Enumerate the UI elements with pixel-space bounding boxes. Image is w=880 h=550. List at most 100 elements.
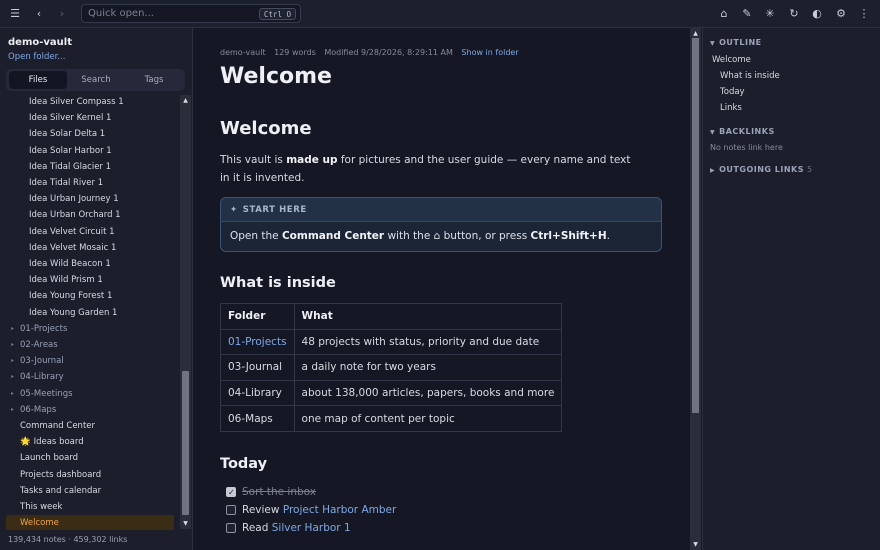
task-link[interactable]: Project Harbor Amber	[283, 504, 397, 516]
sidebar-scrollbar[interactable]: ▲ ▼	[180, 95, 191, 529]
refresh-icon[interactable]: ↻	[786, 6, 802, 22]
forward-icon[interactable]: ›	[54, 6, 70, 22]
tree-item-label: Idea Silver Kernel 1	[29, 113, 112, 124]
tree-note-welcome[interactable]: Welcome	[6, 515, 174, 530]
tree-folder-02-areas[interactable]: ▸ 02-Areas	[0, 337, 180, 353]
tree-file-idea-silver-compass-1[interactable]: Idea Silver Compass 1	[0, 94, 180, 110]
tree-item-label: 01-Projects	[20, 323, 68, 334]
tree-item-label: Idea Urban Orchard 1	[29, 210, 121, 221]
tree-note-this-week[interactable]: This week	[0, 499, 180, 515]
table-row: 01-Projects 48 projects with status, pri…	[220, 328, 563, 356]
theme-icon[interactable]: ◐	[809, 6, 825, 22]
tree-file-idea-solar-harbor-1[interactable]: Idea Solar Harbor 1	[0, 143, 180, 159]
outgoing-links-title: OUTGOING LINKS	[719, 165, 804, 174]
tree-file-idea-tidal-glacier-1[interactable]: Idea Tidal Glacier 1	[0, 159, 180, 175]
menu-icon[interactable]: ☰	[7, 6, 23, 22]
tree-note-command-center[interactable]: Command Center	[0, 418, 180, 434]
document-scroll-thumb[interactable]	[692, 38, 699, 413]
task-text: Review Project Harbor Amber	[242, 503, 396, 517]
home-icon[interactable]: ⌂	[716, 6, 732, 22]
tree-file-idea-velvet-circuit-1[interactable]: Idea Velvet Circuit 1	[0, 224, 180, 240]
document-scrollbar[interactable]: ▲ ▼	[690, 28, 701, 550]
tree-item-label: Idea Wild Beacon 1	[29, 259, 111, 269]
tree-file-idea-urban-orchard-1[interactable]: Idea Urban Orchard 1	[0, 207, 180, 223]
tree-file-idea-young-forest-1[interactable]: Idea Young Forest 1	[0, 288, 180, 304]
task-link[interactable]: Silver Harbor 1	[272, 522, 351, 534]
backlinks-empty-text: No notes link here	[710, 143, 783, 152]
more-icon[interactable]: ⋮	[856, 6, 872, 22]
tree-folder-03-journal[interactable]: ▸ 03-Journal	[0, 353, 180, 369]
outline-item-what-is-inside[interactable]: What is inside	[720, 71, 780, 81]
chevron-right-icon: ▸	[11, 405, 15, 413]
scroll-up-icon[interactable]: ▲	[180, 96, 191, 105]
tree-item-label: 06-Maps	[20, 404, 57, 415]
scroll-up-icon[interactable]: ▲	[690, 29, 701, 38]
scroll-down-icon[interactable]: ▼	[180, 519, 191, 528]
quick-open-input[interactable]: Quick open... Ctrl O	[81, 4, 301, 23]
task-checkbox[interactable]	[226, 523, 236, 533]
tree-folder-06-maps[interactable]: ▸ 06-Maps	[0, 402, 180, 418]
table-row: 04-Library about 138,000 articles, paper…	[220, 379, 563, 407]
outline-item-today[interactable]: Today	[720, 87, 745, 97]
tree-file-idea-young-garden-1[interactable]: Idea Young Garden 1	[0, 305, 180, 321]
tree-folder-05-meetings[interactable]: ▸ 05-Meetings	[0, 386, 180, 402]
tree-item-label: Idea Velvet Mosaic 1	[29, 242, 117, 253]
table-cell-folder-link[interactable]: 01-Projects	[220, 328, 295, 356]
shortcut-badge: Ctrl O	[258, 8, 296, 20]
tree-note-launch-board[interactable]: Launch board	[0, 450, 180, 466]
tree-note-projects-dashboard[interactable]: Projects dashboard	[0, 467, 180, 483]
task-text: Read Silver Harbor 1	[242, 521, 351, 535]
outline-item-links[interactable]: Links	[720, 103, 742, 113]
tree-file-idea-tidal-river-1[interactable]: Idea Tidal River 1	[0, 175, 180, 191]
settings-icon[interactable]: ⚙	[833, 6, 849, 22]
tree-note-ideas-board[interactable]: 🌟 Ideas board	[0, 434, 180, 450]
table-cell-folder: 04-Library	[220, 379, 295, 407]
tree-item-label: Welcome	[20, 518, 59, 529]
tree-file-idea-wild-beacon-1[interactable]: Idea Wild Beacon 1	[0, 256, 180, 272]
tab-search[interactable]: Search	[67, 71, 125, 89]
task-checkbox-checked[interactable]	[226, 486, 236, 500]
tab-tags[interactable]: Tags	[125, 71, 183, 89]
intro-bold: made up	[286, 154, 338, 166]
backlinks-header[interactable]: ▼ BACKLINKS	[710, 127, 775, 136]
outline-item-welcome[interactable]: Welcome	[712, 55, 751, 65]
tree-file-idea-silver-kernel-1[interactable]: Idea Silver Kernel 1	[0, 110, 180, 126]
table-cell-what: one map of content per topic	[293, 405, 563, 432]
tree-item-label: Launch board	[20, 453, 79, 464]
tree-note-tasks-and-calendar[interactable]: Tasks and calendar	[0, 483, 180, 499]
heading-what-is-inside: What is inside	[220, 275, 336, 291]
table-header-row: Folder What	[220, 303, 563, 330]
tree-folder-04-library[interactable]: ▸ 04-Library	[0, 369, 180, 385]
tree-folder-01-projects[interactable]: ▸ 01-Projects	[0, 321, 180, 337]
pen-icon[interactable]: ✎	[739, 6, 755, 22]
right-panel: ▼ OUTLINE Welcome What is inside Today Li…	[702, 28, 880, 550]
back-icon[interactable]: ‹	[31, 6, 47, 22]
tree-file-idea-urban-journey-1[interactable]: Idea Urban Journey 1	[0, 191, 180, 207]
open-folder-link[interactable]: Open folder...	[8, 52, 65, 62]
tree-item-label: 02-Areas	[20, 340, 58, 350]
sidebar-tabs: Files Search Tags	[6, 69, 185, 91]
folder-table: Folder What 01-Projects 48 projects with…	[220, 303, 563, 432]
tree-item-label: 03-Journal	[20, 356, 64, 367]
meta-words: 129 words	[274, 48, 316, 57]
scroll-down-icon[interactable]: ▼	[690, 540, 701, 549]
outgoing-links-header[interactable]: ▶ OUTGOING LINKS 5	[710, 165, 813, 174]
tree-item-label: Idea Young Forest 1	[29, 291, 113, 302]
tree-item-label: Projects dashboard	[20, 469, 102, 480]
task-checkbox[interactable]	[226, 505, 236, 515]
tree-item-label: Idea Velvet Circuit 1	[29, 226, 115, 237]
tree-file-idea-solar-delta-1[interactable]: Idea Solar Delta 1	[0, 126, 180, 142]
tab-files[interactable]: Files	[9, 71, 67, 89]
sidebar-scroll-thumb[interactable]	[182, 371, 189, 515]
outline-header[interactable]: ▼ OUTLINE	[710, 38, 762, 47]
tree-file-idea-wild-prism-1[interactable]: Idea Wild Prism 1	[0, 272, 180, 288]
table-row: 03-Journal a daily note for two years	[220, 354, 563, 381]
task-text-pre: Review	[242, 504, 283, 516]
show-in-folder-link[interactable]: Show in folder	[461, 48, 518, 57]
callout-header: ✦ START HERE	[221, 198, 661, 222]
vault-stats: 139,434 notes · 459,302 links	[8, 535, 128, 544]
tree-item-label: Idea Silver Compass 1	[29, 97, 124, 107]
tree-file-idea-velvet-mosaic-1[interactable]: Idea Velvet Mosaic 1	[0, 240, 180, 256]
callout-text-pre: Open the	[230, 230, 282, 242]
sparkle-icon[interactable]: ✳	[762, 6, 778, 22]
